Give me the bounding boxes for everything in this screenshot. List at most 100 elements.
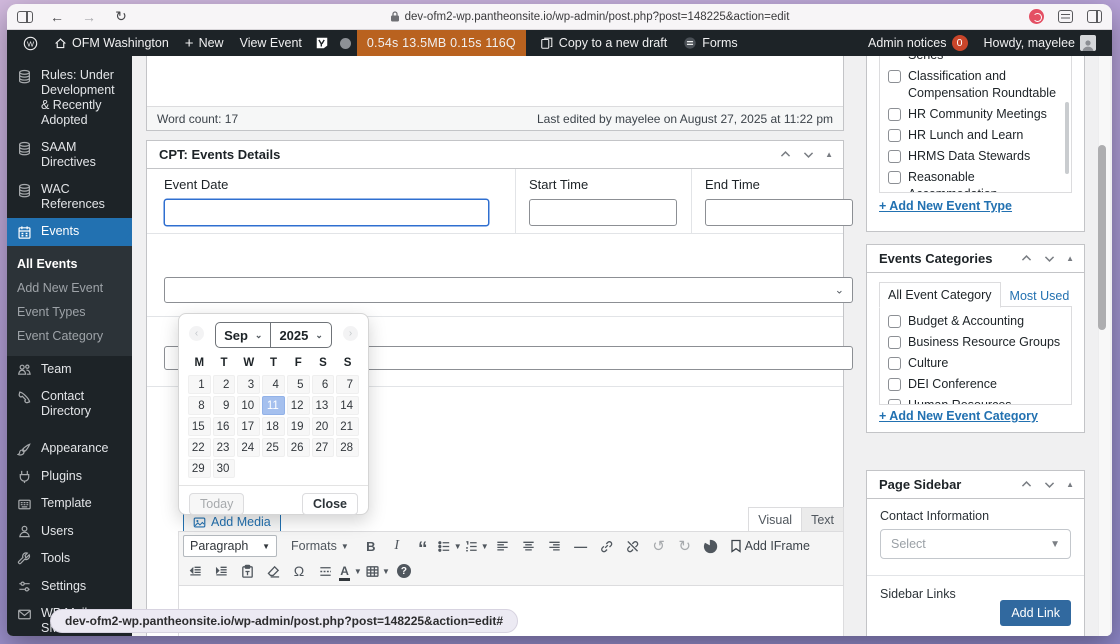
howdy-menu-item[interactable]: Howdy, mayelee <box>976 30 1104 56</box>
list-scrollbar[interactable] <box>1065 102 1069 174</box>
sidebar-item-settings[interactable]: Settings <box>7 573 132 601</box>
copy-draft-menu-item[interactable]: Copy to a new draft <box>532 30 675 56</box>
event-category-checkbox[interactable] <box>888 315 901 328</box>
day-cell[interactable]: 4 <box>262 375 285 394</box>
submenu-item-add-new-event[interactable]: Add New Event <box>7 276 132 300</box>
blockquote-button[interactable]: “ <box>411 535 435 559</box>
status-dot-icon[interactable] <box>334 30 357 56</box>
next-month-icon[interactable]: › <box>343 326 358 341</box>
sidebar-item-rules-under-development-recently-adopted[interactable]: Rules: Under Development & Recently Adop… <box>7 62 132 134</box>
day-cell[interactable]: 20 <box>311 417 335 436</box>
day-cell[interactable]: 1 <box>188 375 211 394</box>
forms-menu-item[interactable]: Forms <box>675 30 745 56</box>
indent-button[interactable] <box>209 560 233 582</box>
sidebar-item-plugins[interactable]: Plugins <box>7 463 132 491</box>
sidebar-item-users[interactable]: Users <box>7 518 132 546</box>
add-iframe-button[interactable]: Add IFrame <box>725 539 815 553</box>
paste-as-text-button[interactable] <box>235 560 259 582</box>
formats-button[interactable]: Formats ▼ <box>285 539 355 553</box>
page-scrollbar-thumb[interactable] <box>1098 145 1106 330</box>
tab-visual[interactable]: Visual <box>748 507 803 533</box>
paragraph-select[interactable]: Paragraph ▼ <box>183 535 277 557</box>
details-select[interactable]: ⌄ <box>164 277 853 303</box>
sidebar-item-tools[interactable]: Tools <box>7 545 132 573</box>
day-cell[interactable]: 24 <box>237 438 261 457</box>
yoast-menu-item[interactable] <box>310 30 334 56</box>
year-select[interactable]: 2025 ⌄ <box>270 322 332 348</box>
undo-button[interactable]: ↺ <box>647 535 671 557</box>
extensions-icon[interactable] <box>1058 10 1073 23</box>
sidebar-item-wac-references[interactable]: WAC References <box>7 176 132 218</box>
event-type-checkbox[interactable] <box>888 70 901 83</box>
tab-most-used[interactable]: Most Used <box>1001 284 1079 308</box>
add-link-button[interactable]: Add Link <box>1000 600 1071 626</box>
month-select[interactable]: Sep ⌄ <box>215 322 272 348</box>
day-cell[interactable]: 22 <box>188 438 211 457</box>
day-cell[interactable]: 7 <box>336 375 359 394</box>
page-scrollbar-track[interactable] <box>1098 56 1110 636</box>
site-menu-item[interactable]: OFM Washington <box>46 30 177 56</box>
close-button[interactable]: Close <box>301 493 358 515</box>
event-type-checkbox[interactable] <box>888 129 901 142</box>
day-cell[interactable]: 23 <box>212 438 236 457</box>
bullet-list-button[interactable]: ▼ <box>437 535 462 557</box>
forward-icon[interactable]: → <box>81 9 97 25</box>
day-cell[interactable]: 8 <box>188 396 211 415</box>
sidebar-item-saam-directives[interactable]: SAAM Directives <box>7 134 132 176</box>
start-time-input[interactable] <box>529 199 677 226</box>
read-more-button[interactable] <box>313 560 337 582</box>
toggle-panel-icon[interactable]: ▲ <box>1066 254 1074 263</box>
sidebar-item-contact-directory[interactable]: Contact Directory <box>7 383 132 425</box>
horizontal-rule-button[interactable]: — <box>569 535 593 557</box>
prev-month-icon[interactable]: ‹ <box>189 326 204 341</box>
event-type-checkbox[interactable] <box>888 108 901 121</box>
table-button[interactable]: ▼ <box>365 560 390 582</box>
event-category-checkbox[interactable] <box>888 357 901 370</box>
day-cell[interactable]: 16 <box>212 417 236 436</box>
sidebar-item-team[interactable]: Team <box>7 356 132 384</box>
add-new-event-type-link[interactable]: + Add New Event Type <box>879 199 1012 213</box>
day-cell[interactable]: 10 <box>237 396 261 415</box>
day-cell[interactable]: 13 <box>311 396 335 415</box>
day-cell[interactable]: 11 <box>262 396 285 415</box>
day-cell[interactable]: 14 <box>336 396 359 415</box>
bold-button[interactable]: B <box>359 535 383 557</box>
move-down-icon[interactable] <box>1043 252 1056 265</box>
special-character-button[interactable]: Ω <box>287 560 311 582</box>
sidebar-item-appearance[interactable]: Appearance <box>7 435 132 463</box>
move-up-icon[interactable] <box>1020 478 1033 491</box>
outdent-button[interactable] <box>183 560 207 582</box>
query-monitor-stats[interactable]: 0.54s 13.5MB 0.15s 116Q <box>356 30 526 56</box>
day-cell[interactable]: 18 <box>262 417 285 436</box>
numbered-list-button[interactable]: ▼ <box>464 535 489 557</box>
submenu-item-event-types[interactable]: Event Types <box>7 300 132 324</box>
day-cell[interactable]: 21 <box>336 417 359 436</box>
move-down-icon[interactable] <box>1043 478 1056 491</box>
day-cell[interactable]: 26 <box>286 438 310 457</box>
sidebar-toggle-icon[interactable] <box>17 9 33 25</box>
event-date-input[interactable] <box>164 199 489 226</box>
pie-chart-button[interactable] <box>699 535 723 557</box>
clear-formatting-button[interactable] <box>261 560 285 582</box>
day-cell[interactable]: 15 <box>188 417 211 436</box>
move-up-icon[interactable] <box>1020 252 1033 265</box>
day-cell[interactable]: 28 <box>336 438 359 457</box>
end-time-input[interactable] <box>705 199 853 226</box>
day-cell[interactable]: 12 <box>286 396 310 415</box>
event-type-checkbox[interactable] <box>888 150 901 163</box>
move-up-icon[interactable] <box>779 148 792 161</box>
move-down-icon[interactable] <box>802 148 815 161</box>
event-category-checkbox[interactable] <box>888 336 901 349</box>
align-right-button[interactable] <box>543 535 567 557</box>
add-new-event-category-link[interactable]: + Add New Event Category <box>879 409 1038 423</box>
split-view-icon[interactable] <box>1087 10 1102 23</box>
new-menu-item[interactable]: + New <box>177 30 232 56</box>
text-color-button[interactable]: A ▼ <box>339 560 363 582</box>
help-button[interactable]: ? <box>392 560 416 582</box>
day-cell[interactable]: 2 <box>212 375 236 394</box>
day-cell[interactable]: 29 <box>188 459 211 478</box>
day-cell[interactable]: 25 <box>262 438 285 457</box>
submenu-item-all-events[interactable]: All Events <box>7 252 132 276</box>
contact-information-select[interactable]: Select ▼ <box>880 529 1071 559</box>
redo-button[interactable]: ↻ <box>673 535 697 557</box>
